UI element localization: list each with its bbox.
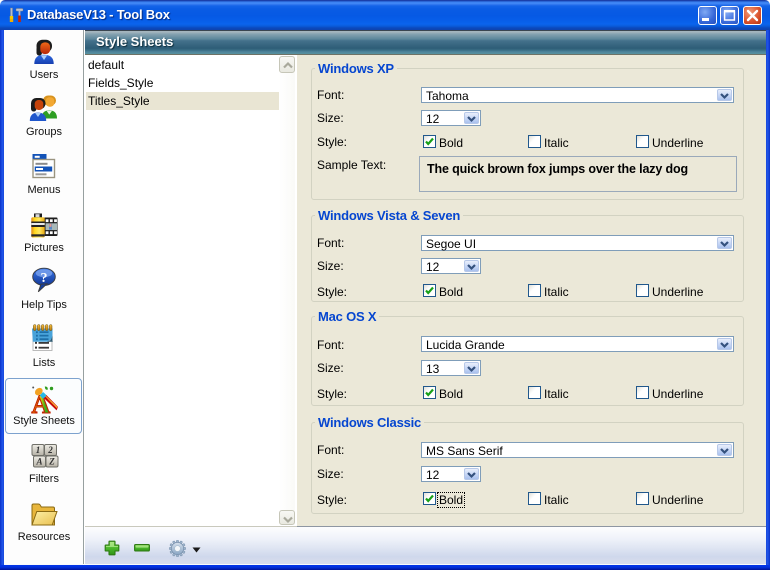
svg-text:?: ?	[41, 271, 48, 286]
svg-text:2: 2	[47, 445, 53, 455]
svg-text:A: A	[35, 457, 42, 467]
svg-text:1: 1	[36, 445, 41, 455]
svg-text:Z: Z	[48, 457, 55, 467]
